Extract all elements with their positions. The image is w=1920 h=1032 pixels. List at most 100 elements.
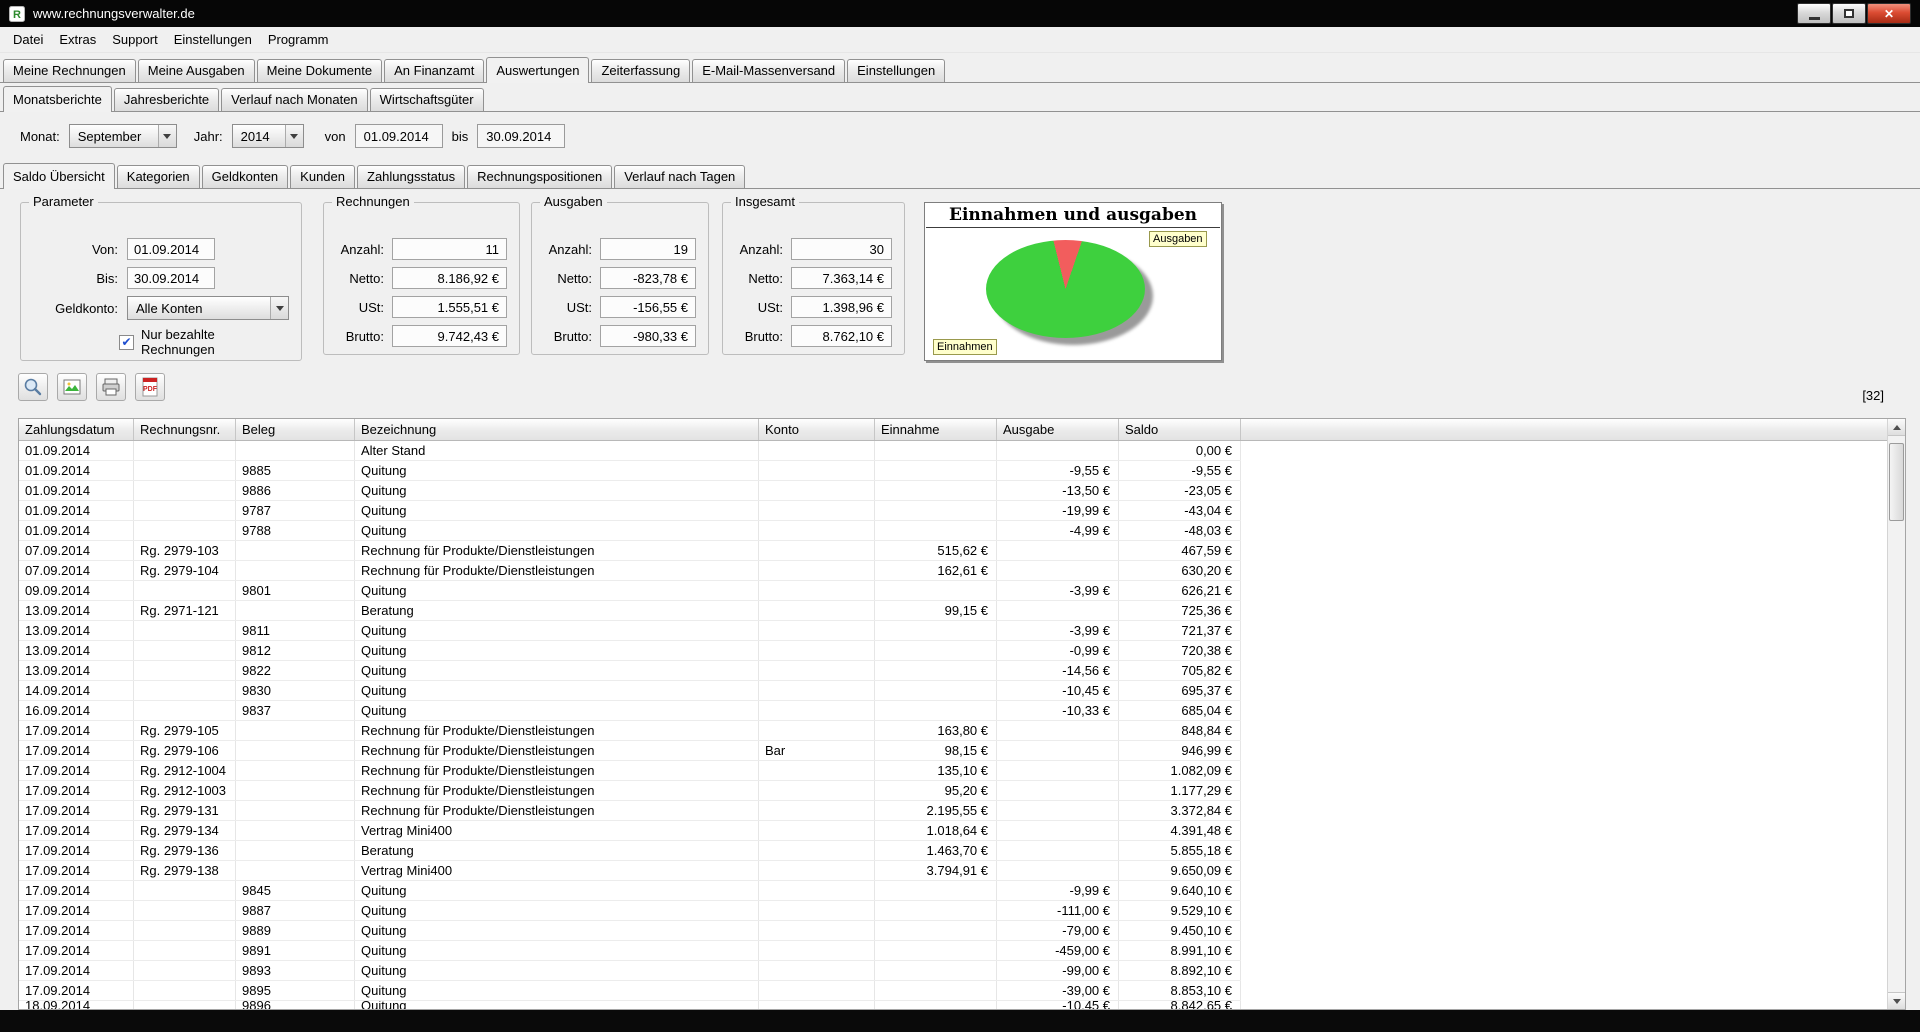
- table-row[interactable]: 17.09.20149895Quitung-39,00 €8.853,10 €: [19, 981, 1241, 1001]
- tab-zeiterfassung[interactable]: Zeiterfassung: [591, 59, 690, 82]
- table-cell: 135,10 €: [875, 761, 997, 780]
- table-row[interactable]: 16.09.20149837Quitung-10,33 €685,04 €: [19, 701, 1241, 721]
- table-cell: Beratung: [355, 841, 759, 860]
- table-row[interactable]: 17.09.2014Rg. 2912-1004Rechnung für Prod…: [19, 761, 1241, 781]
- table-row[interactable]: 17.09.2014Rg. 2979-131Rechnung für Produ…: [19, 801, 1241, 821]
- table-row[interactable]: 17.09.2014Rg. 2912-1003Rechnung für Prod…: [19, 781, 1241, 801]
- table-row[interactable]: 09.09.20149801Quitung-3,99 €626,21 €: [19, 581, 1241, 601]
- table-row[interactable]: 13.09.20149822Quitung-14,56 €705,82 €: [19, 661, 1241, 681]
- table-cell: 9889: [236, 921, 355, 940]
- column-header-einnahme[interactable]: Einnahme: [875, 419, 997, 440]
- table-row[interactable]: 17.09.2014Rg. 2979-105Rechnung für Produ…: [19, 721, 1241, 741]
- tab-rechnungspositionen[interactable]: Rechnungspositionen: [467, 165, 612, 188]
- table-cell: [759, 941, 875, 960]
- table-row[interactable]: 13.09.20149811Quitung-3,99 €721,37 €: [19, 621, 1241, 641]
- table-row[interactable]: 17.09.2014Rg. 2979-136Beratung1.463,70 €…: [19, 841, 1241, 861]
- tab-kategorien[interactable]: Kategorien: [117, 165, 200, 188]
- maximize-icon: [1844, 9, 1854, 18]
- table-cell: -23,05 €: [1119, 481, 1241, 500]
- menu-einstellungen[interactable]: Einstellungen: [166, 29, 260, 50]
- tab-zahlungsstatus[interactable]: Zahlungsstatus: [357, 165, 465, 188]
- table-cell: -9,55 €: [1119, 461, 1241, 480]
- scroll-down-button[interactable]: [1888, 992, 1905, 1009]
- table-row[interactable]: 17.09.20149889Quitung-79,00 €9.450,10 €: [19, 921, 1241, 941]
- table-row[interactable]: 13.09.20149812Quitung-0,99 €720,38 €: [19, 641, 1241, 661]
- table-row[interactable]: 01.09.2014Alter Stand0,00 €: [19, 441, 1241, 461]
- tab-auswertungen[interactable]: Auswertungen: [486, 57, 589, 83]
- von-label: von: [325, 129, 346, 144]
- tab-monatsberichte[interactable]: Monatsberichte: [3, 86, 112, 112]
- table-row[interactable]: 17.09.20149845Quitung-9,99 €9.640,10 €: [19, 881, 1241, 901]
- table-row[interactable]: 01.09.20149886Quitung-13,50 €-23,05 €: [19, 481, 1241, 501]
- tab-an-finanzamt[interactable]: An Finanzamt: [384, 59, 484, 82]
- column-header-konto[interactable]: Konto: [759, 419, 875, 440]
- filter-bar: Monat: September Jahr: 2014 von 01.09.20…: [0, 112, 1920, 160]
- tab-meine-ausgaben[interactable]: Meine Ausgaben: [138, 59, 255, 82]
- tab-verlauf-nach-tagen[interactable]: Verlauf nach Tagen: [614, 165, 745, 188]
- pdf-button[interactable]: PDF: [135, 373, 165, 401]
- table-row[interactable]: 17.09.20149887Quitung-111,00 €9.529,10 €: [19, 901, 1241, 921]
- menu-programm[interactable]: Programm: [260, 29, 337, 50]
- column-header-beleg[interactable]: Beleg: [236, 419, 355, 440]
- table-cell: [134, 621, 236, 640]
- table-row[interactable]: 17.09.2014Rg. 2979-134Vertrag Mini4001.0…: [19, 821, 1241, 841]
- von-input[interactable]: 01.09.2014: [127, 238, 215, 260]
- von-date-field[interactable]: 01.09.2014: [355, 124, 443, 148]
- tab-verlauf-nach-monaten[interactable]: Verlauf nach Monaten: [221, 88, 367, 111]
- table-row[interactable]: 07.09.2014Rg. 2979-104Rechnung für Produ…: [19, 561, 1241, 581]
- column-header-ausgabe[interactable]: Ausgabe: [997, 419, 1119, 440]
- print-button[interactable]: [96, 373, 126, 401]
- minimize-button[interactable]: [1797, 3, 1831, 24]
- tab-meine-rechnungen[interactable]: Meine Rechnungen: [3, 59, 136, 82]
- vertical-scrollbar[interactable]: [1887, 419, 1905, 1009]
- scroll-up-button[interactable]: [1888, 419, 1905, 436]
- table-row[interactable]: 17.09.2014Rg. 2979-138Vertrag Mini4003.7…: [19, 861, 1241, 881]
- tab-einstellungen[interactable]: Einstellungen: [847, 59, 945, 82]
- tab-jahresberichte[interactable]: Jahresberichte: [114, 88, 219, 111]
- monat-select[interactable]: September: [69, 124, 177, 148]
- scrollbar-thumb[interactable]: [1889, 443, 1904, 521]
- table-row[interactable]: 17.09.20149893Quitung-99,00 €8.892,10 €: [19, 961, 1241, 981]
- table-cell: Rg. 2979-134: [134, 821, 236, 840]
- tab-meine-dokumente[interactable]: Meine Dokumente: [257, 59, 383, 82]
- geldkonto-select[interactable]: Alle Konten: [127, 296, 289, 320]
- bis-input[interactable]: 30.09.2014: [127, 267, 215, 289]
- chart-title: Einnahmen und ausgaben: [926, 203, 1220, 228]
- table-cell: -13,50 €: [997, 481, 1119, 500]
- tab-wirtschaftsguter[interactable]: Wirtschaftsgüter: [370, 88, 484, 111]
- close-button[interactable]: ✕: [1867, 3, 1911, 24]
- menu-datei[interactable]: Datei: [5, 29, 51, 50]
- menu-support[interactable]: Support: [104, 29, 166, 50]
- table-row[interactable]: 13.09.2014Rg. 2971-121Beratung99,15 €725…: [19, 601, 1241, 621]
- table-row[interactable]: 17.09.20149891Quitung-459,00 €8.991,10 €: [19, 941, 1241, 961]
- table-row[interactable]: 07.09.2014Rg. 2979-103Rechnung für Produ…: [19, 541, 1241, 561]
- table-body: 01.09.2014Alter Stand0,00 €01.09.2014988…: [19, 441, 1905, 1010]
- table-row[interactable]: 14.09.20149830Quitung-10,45 €695,37 €: [19, 681, 1241, 701]
- table-row[interactable]: 01.09.20149885Quitung-9,55 €-9,55 €: [19, 461, 1241, 481]
- column-header-zahlungsdatum[interactable]: Zahlungsdatum: [19, 419, 134, 440]
- menu-extras[interactable]: Extras: [51, 29, 104, 50]
- tab-kunden[interactable]: Kunden: [290, 165, 355, 188]
- tab-saldo-ubersicht[interactable]: Saldo Übersicht: [3, 163, 115, 189]
- zoom-button[interactable]: [18, 373, 48, 401]
- table-cell: 17.09.2014: [19, 961, 134, 980]
- tab-e-mail-massenversand[interactable]: E-Mail-Massenversand: [692, 59, 845, 82]
- table-cell: 9845: [236, 881, 355, 900]
- table-row[interactable]: 01.09.20149787Quitung-19,99 €-43,04 €: [19, 501, 1241, 521]
- table-row[interactable]: 18.09.20149896Quitung-10,45 €8.842,65 €: [19, 1001, 1241, 1010]
- table-cell: [875, 941, 997, 960]
- tab-geldkonten[interactable]: Geldkonten: [202, 165, 289, 188]
- column-header-saldo[interactable]: Saldo: [1119, 419, 1241, 440]
- export-chart-button[interactable]: [57, 373, 87, 401]
- maximize-button[interactable]: [1832, 3, 1866, 24]
- column-header-rechnungsnr[interactable]: Rechnungsnr.: [134, 419, 236, 440]
- column-header-bezeichnung[interactable]: Bezeichnung: [355, 419, 759, 440]
- table-row[interactable]: 17.09.2014Rg. 2979-106Rechnung für Produ…: [19, 741, 1241, 761]
- paid-only-checkbox[interactable]: ✔: [119, 335, 134, 350]
- table-cell: 14.09.2014: [19, 681, 134, 700]
- table-cell: [875, 961, 997, 980]
- bis-date-field[interactable]: 30.09.2014: [477, 124, 565, 148]
- table-cell: 13.09.2014: [19, 621, 134, 640]
- jahr-select[interactable]: 2014: [232, 124, 304, 148]
- table-row[interactable]: 01.09.20149788Quitung-4,99 €-48,03 €: [19, 521, 1241, 541]
